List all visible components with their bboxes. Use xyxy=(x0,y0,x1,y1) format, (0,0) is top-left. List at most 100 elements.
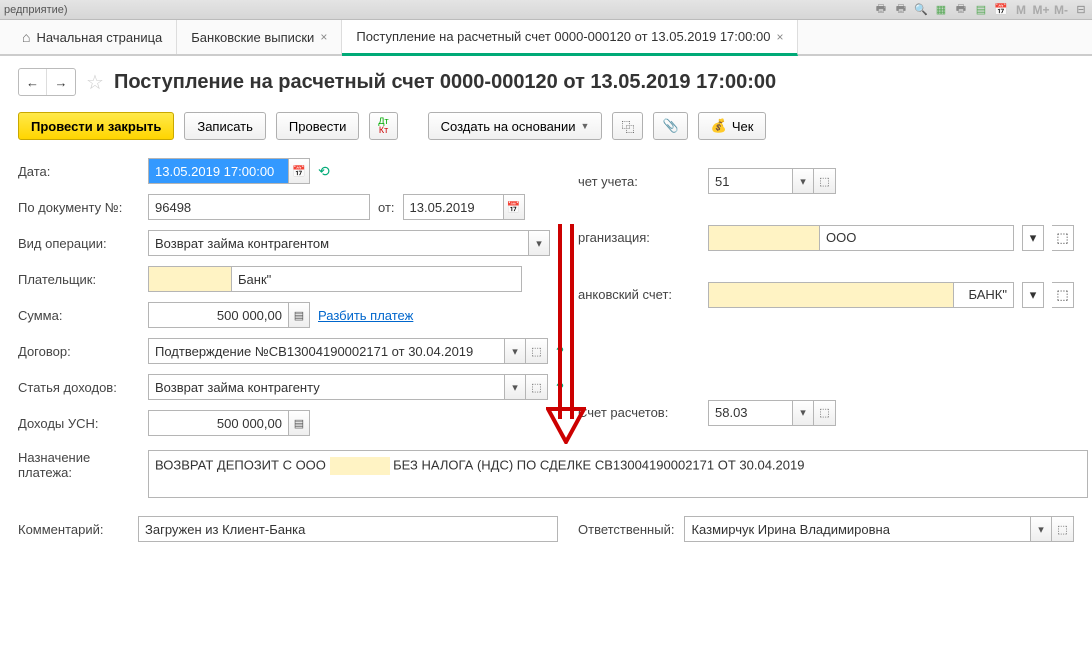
payer-masked xyxy=(148,266,232,292)
page-title: Поступление на расчетный счет 0000-00012… xyxy=(114,71,776,94)
dropdown-icon[interactable]: ▾ xyxy=(504,338,526,364)
window-title: редприятие) xyxy=(4,4,68,16)
dropdown-icon[interactable]: ▾ xyxy=(792,400,814,426)
refresh-icon[interactable]: ⟲ xyxy=(318,163,330,180)
forward-button[interactable]: → xyxy=(47,69,75,95)
dropdown-icon[interactable]: ▾ xyxy=(504,374,526,400)
open-icon[interactable]: ⬚ xyxy=(814,168,836,194)
m-icon[interactable]: M xyxy=(1014,3,1028,17)
print-icon[interactable]: 🖶 xyxy=(874,3,888,17)
usn-label: Доходы УСН: xyxy=(18,416,138,431)
split-payment-link[interactable]: Разбить платеж xyxy=(318,308,413,323)
tab-home[interactable]: ⌂ Начальная страница xyxy=(8,20,177,54)
close-icon[interactable]: × xyxy=(776,30,783,44)
org-input[interactable]: ООО xyxy=(820,225,1014,251)
structure-button[interactable]: ⿻ xyxy=(612,112,643,140)
open-icon[interactable]: ⬚ xyxy=(1052,516,1074,542)
favorite-icon[interactable]: ☆ xyxy=(86,70,104,95)
docnum-input[interactable]: 96498 xyxy=(148,194,370,220)
grid-icon[interactable]: ▦ xyxy=(934,3,948,17)
dt-kt-button[interactable]: ДтКт xyxy=(369,112,397,140)
right-form: чет учета: 51 ▾ ⬚ рганизация: ООО ▾ ⬚ ан… xyxy=(578,158,1074,436)
org-label: рганизация: xyxy=(578,230,698,245)
cheque-label: Чек xyxy=(732,119,754,134)
contract-label: Договор: xyxy=(18,344,138,359)
sum-input[interactable]: 500 000,00 xyxy=(148,302,288,328)
tab-bank-statements[interactable]: Банковские выписки × xyxy=(177,20,342,54)
purpose-label: Назначение платежа: xyxy=(18,450,138,480)
responsible-input[interactable]: Казмирчук Ирина Владимировна xyxy=(684,516,1030,542)
income-input[interactable]: Возврат займа контрагенту xyxy=(148,374,504,400)
docnum-label: По документу №: xyxy=(18,200,138,215)
open-icon[interactable]: ⬚ xyxy=(814,400,836,426)
ot-label: от: xyxy=(378,200,395,215)
tab-doc-label: Поступление на расчетный счет 0000-00012… xyxy=(356,29,770,44)
attach-button[interactable]: 📎 xyxy=(653,112,687,140)
purpose-part1: ВОЗВРАТ ДЕПОЗИТ С ООО xyxy=(155,457,330,472)
calendar-icon[interactable]: 📅 xyxy=(994,3,1008,17)
optype-input[interactable]: Возврат займа контрагентом xyxy=(148,230,528,256)
account-label: чет учета: xyxy=(578,174,698,189)
tab-bank-label: Банковские выписки xyxy=(191,30,314,45)
print3-icon[interactable]: 🖶 xyxy=(954,3,968,17)
dropdown-icon[interactable]: ▾ xyxy=(1030,516,1052,542)
comment-label: Комментарий: xyxy=(18,522,128,537)
usn-input[interactable]: 500 000,00 xyxy=(148,410,288,436)
post-and-close-button[interactable]: Провести и закрыть xyxy=(18,112,174,140)
purpose-part2: БЕЗ НАЛОГА (НДС) ПО СДЕЛКЕ СВ13004190002… xyxy=(390,457,805,472)
m-plus-icon[interactable]: M+ xyxy=(1034,3,1048,17)
search-icon[interactable]: 🔍 xyxy=(914,3,928,17)
create-based-button[interactable]: Создать на основании ▼ xyxy=(428,112,603,140)
date-input[interactable]: 13.05.2019 17:00:00 xyxy=(148,158,288,184)
date-label: Дата: xyxy=(18,164,138,179)
payer-label: Плательщик: xyxy=(18,272,138,287)
help-icon[interactable]: ? xyxy=(556,380,564,395)
toolbar: Провести и закрыть Записать Провести ДтК… xyxy=(18,112,1074,140)
dropdown-icon[interactable]: ▾ xyxy=(1022,225,1044,251)
calc-icon[interactable]: ▤ xyxy=(288,410,310,436)
cheque-icon: 💰 xyxy=(711,118,727,134)
save-button[interactable]: Записать xyxy=(184,112,266,140)
print2-icon[interactable]: 🖶 xyxy=(894,3,908,17)
home-icon: ⌂ xyxy=(22,29,30,45)
calc-icon[interactable]: ▤ xyxy=(288,302,310,328)
cheque-button[interactable]: 💰 Чек xyxy=(698,112,767,140)
post-button[interactable]: Провести xyxy=(276,112,360,140)
caret-down-icon: ▼ xyxy=(581,121,590,131)
calc-icon[interactable]: ▤ xyxy=(974,3,988,17)
org-masked xyxy=(708,225,820,251)
close-icon[interactable]: × xyxy=(320,30,327,44)
account-input[interactable]: 51 xyxy=(708,168,792,194)
help-icon[interactable]: ? xyxy=(556,344,564,359)
dropdown-icon[interactable]: ▾ xyxy=(528,230,550,256)
open-icon[interactable]: ⬚ xyxy=(526,338,548,364)
dropdown-icon[interactable]: ▾ xyxy=(792,168,814,194)
open-icon[interactable]: ⬚ xyxy=(1052,225,1074,251)
calc-account-label: Счет расчетов: xyxy=(578,405,698,420)
bank-input[interactable]: БАНК" xyxy=(954,282,1014,308)
contract-input[interactable]: Подтверждение №СВ13004190002171 от 30.04… xyxy=(148,338,504,364)
dropdown-icon[interactable]: ▾ xyxy=(1022,282,1044,308)
content: ← → ☆ Поступление на расчетный счет 0000… xyxy=(0,56,1092,554)
calc-account-input[interactable]: 58.03 xyxy=(708,400,792,426)
income-label: Статья доходов: xyxy=(18,380,138,395)
min-icon[interactable]: ⊟ xyxy=(1074,3,1088,17)
purpose-textarea[interactable]: ВОЗВРАТ ДЕПОЗИТ С ООО БЕЗ НАЛОГА (НДС) П… xyxy=(148,450,1088,498)
nav-buttons: ← → xyxy=(18,68,76,96)
doc-header: ← → ☆ Поступление на расчетный счет 0000… xyxy=(18,68,1074,96)
title-bar: редприятие) 🖶 🖶 🔍 ▦ 🖶 ▤ 📅 M M+ M- ⊟ xyxy=(0,0,1092,20)
create-based-label: Создать на основании xyxy=(441,119,576,134)
payer-input[interactable]: Банк" xyxy=(232,266,522,292)
date-picker-icon[interactable]: 📅 xyxy=(503,194,525,220)
purpose-masked xyxy=(330,457,390,475)
responsible-label: Ответственный: xyxy=(578,522,674,537)
open-icon[interactable]: ⬚ xyxy=(1052,282,1074,308)
comment-input[interactable]: Загружен из Клиент-Банка xyxy=(138,516,558,542)
tab-document[interactable]: Поступление на расчетный счет 0000-00012… xyxy=(342,20,798,56)
m-minus-icon[interactable]: M- xyxy=(1054,3,1068,17)
date-picker-icon[interactable]: 📅 xyxy=(288,158,310,184)
ot-date-input[interactable]: 13.05.2019 xyxy=(403,194,503,220)
system-icons: 🖶 🖶 🔍 ▦ 🖶 ▤ 📅 M M+ M- ⊟ xyxy=(874,3,1088,17)
open-icon[interactable]: ⬚ xyxy=(526,374,548,400)
back-button[interactable]: ← xyxy=(19,69,47,95)
